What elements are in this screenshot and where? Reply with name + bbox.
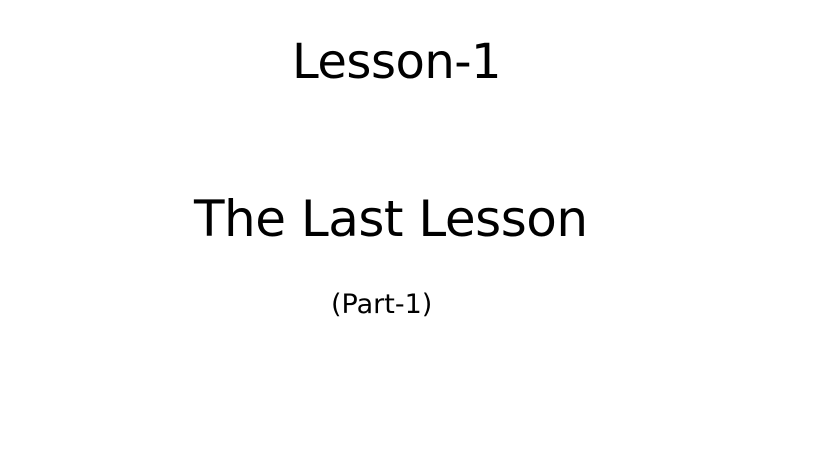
lesson-title: The Last Lesson: [194, 190, 588, 248]
slide-canvas: Lesson-1 The Last Lesson (Part-1): [0, 0, 819, 460]
lesson-part-label: (Part-1): [331, 289, 433, 320]
lesson-heading: Lesson-1: [292, 34, 502, 90]
